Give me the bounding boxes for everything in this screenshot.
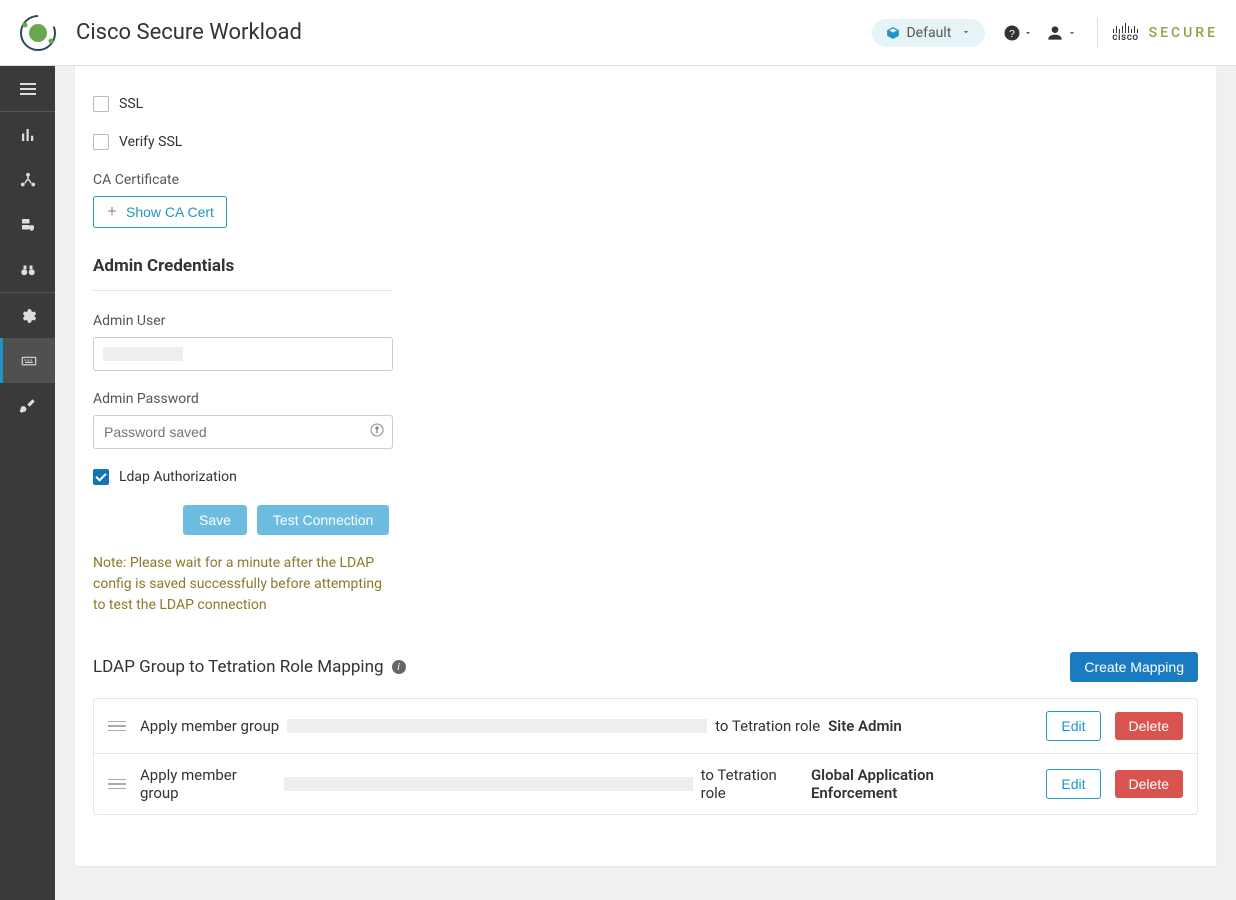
mapping-mid: to Tetration role (701, 766, 803, 802)
help-icon: ? (1003, 24, 1021, 42)
info-icon[interactable]: i (392, 660, 406, 674)
ldap-auth-label: Ldap Authorization (119, 469, 237, 485)
mapping-section-title: LDAP Group to Tetration Role Mapping i (93, 657, 406, 677)
bar-chart-icon (19, 126, 37, 144)
verify-ssl-checkbox-row: Verify SSL (93, 134, 393, 150)
secure-text: SECURE (1149, 25, 1218, 41)
password-icon (369, 422, 385, 442)
show-ca-cert-button[interactable]: Show CA Cert (93, 196, 227, 228)
redacted-group (284, 777, 693, 791)
sidebar-menu-toggle[interactable] (0, 66, 55, 111)
header-divider (1097, 18, 1098, 48)
edit-button[interactable]: Edit (1046, 711, 1100, 741)
sidebar-item-dashboard[interactable] (0, 112, 55, 157)
section-divider (93, 290, 393, 291)
sidebar-item-platform[interactable] (0, 338, 55, 383)
cisco-bars-icon (1113, 23, 1139, 33)
cisco-text: cisco (1112, 33, 1138, 43)
sidebar-item-workloads[interactable] (0, 202, 55, 247)
ldap-note: Note: Please wait for a minute after the… (93, 553, 393, 616)
mapping-prefix: Apply member group (140, 766, 276, 802)
ssl-checkbox[interactable] (93, 96, 109, 112)
tenant-selector[interactable]: Default (872, 19, 985, 47)
sidebar-item-topology[interactable] (0, 157, 55, 202)
redacted-group (287, 719, 707, 733)
config-panel: SSL Verify SSL CA Certificate Show CA Ce… (75, 66, 1216, 866)
edit-button[interactable]: Edit (1046, 769, 1100, 799)
gear-icon (19, 307, 37, 325)
hamburger-icon (20, 83, 36, 95)
delete-button[interactable]: Delete (1115, 712, 1183, 740)
verify-ssl-label: Verify SSL (119, 134, 182, 150)
ldap-auth-checkbox[interactable] (93, 469, 109, 485)
drag-handle-icon[interactable] (108, 779, 126, 790)
mapping-text: Apply member group to Tetration role Sit… (140, 717, 902, 735)
save-button[interactable]: Save (183, 505, 247, 535)
caret-down-icon (961, 25, 971, 41)
mapping-list: Apply member group to Tetration role Sit… (93, 698, 1198, 815)
help-menu[interactable]: ? (997, 20, 1039, 46)
ca-cert-label: CA Certificate (93, 172, 393, 188)
user-icon (1045, 23, 1065, 43)
admin-credentials-title: Admin Credentials (93, 256, 393, 276)
test-connection-button[interactable]: Test Connection (257, 505, 389, 535)
mapping-role: Site Admin (828, 717, 902, 735)
mapping-text: Apply member group to Tetration role Glo… (140, 766, 1018, 802)
mapping-prefix: Apply member group (140, 717, 279, 735)
show-ca-cert-label: Show CA Cert (126, 204, 214, 220)
sidebar-item-investigate[interactable] (0, 247, 55, 292)
cube-icon (886, 26, 900, 40)
user-menu[interactable] (1039, 19, 1083, 47)
ssl-checkbox-row: SSL (93, 96, 393, 112)
plus-icon (106, 204, 118, 220)
cisco-secure-brand: cisco SECURE (1112, 23, 1218, 43)
mapping-title-text: LDAP Group to Tetration Role Mapping (93, 657, 384, 677)
mapping-row: Apply member group to Tetration role Glo… (94, 754, 1197, 814)
app-logo (18, 13, 58, 53)
sidebar-item-tools[interactable] (0, 383, 55, 428)
chevron-down-icon (1023, 28, 1033, 38)
ldap-auth-row: Ldap Authorization (93, 469, 393, 485)
admin-user-label: Admin User (93, 313, 393, 329)
create-mapping-button[interactable]: Create Mapping (1070, 652, 1198, 682)
tools-icon (19, 397, 37, 415)
chevron-down-icon (1067, 28, 1077, 38)
network-icon (19, 171, 37, 189)
sidebar-nav (0, 66, 55, 900)
mapping-role: Global Application Enforcement (811, 766, 1018, 802)
mapping-mid: to Tetration role (715, 717, 820, 735)
redacted-value (103, 347, 183, 361)
sidebar-item-settings[interactable] (0, 293, 55, 338)
verify-ssl-checkbox[interactable] (93, 134, 109, 150)
svg-text:?: ? (1009, 27, 1015, 39)
binoculars-icon (19, 261, 37, 279)
server-shield-icon (19, 216, 37, 234)
app-title: Cisco Secure Workload (76, 20, 302, 45)
ssl-label: SSL (119, 96, 143, 112)
tenant-label: Default (906, 25, 951, 41)
mapping-row: Apply member group to Tetration role Sit… (94, 699, 1197, 754)
delete-button[interactable]: Delete (1115, 770, 1183, 798)
admin-password-input[interactable] (93, 415, 393, 449)
drag-handle-icon[interactable] (108, 721, 126, 732)
app-header: Cisco Secure Workload Default ? cisco SE… (0, 0, 1236, 66)
main-content: SSL Verify SSL CA Certificate Show CA Ce… (55, 66, 1236, 900)
admin-password-label: Admin Password (93, 391, 393, 407)
keyboard-icon (20, 352, 38, 370)
